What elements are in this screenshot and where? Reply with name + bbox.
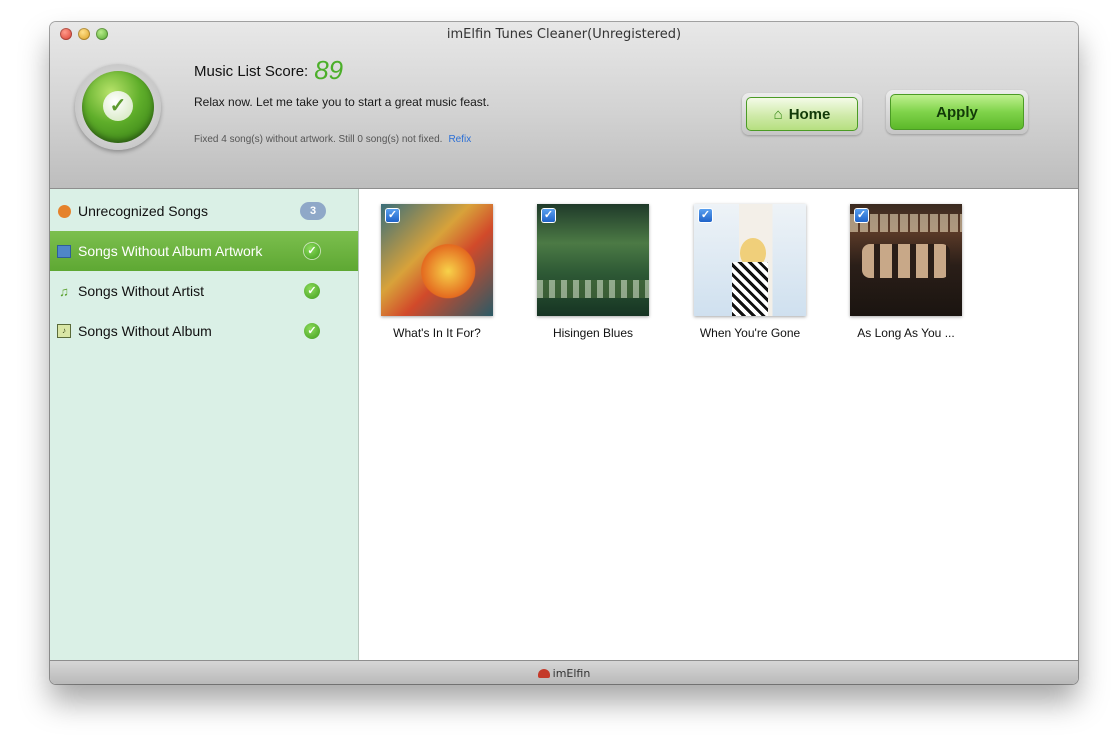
album-checkbox[interactable]: ✓ (386, 209, 399, 222)
apply-button-label: Apply (936, 103, 978, 121)
score-value: 89 (314, 55, 344, 85)
count-badge: 3 (300, 202, 326, 220)
album-artwork[interactable]: ✓ (537, 204, 649, 316)
album-item[interactable]: ✓ When You're Gone (694, 204, 824, 340)
album-title: When You're Gone (699, 326, 801, 340)
brand-logo: imElfin (537, 661, 591, 684)
artwork-icon (57, 244, 71, 258)
album-artwork[interactable]: ✓ (850, 204, 962, 316)
sidebar-item-label: Songs Without Album Artwork (78, 243, 263, 259)
score-label: Music List Score: (194, 63, 309, 80)
unrecognized-icon (57, 204, 71, 218)
album-artwork[interactable]: ✓ (694, 204, 806, 316)
apply-button-frame: Apply (886, 90, 1028, 134)
app-window: imElfin Tunes Cleaner(Unregistered) ✓ Mu… (50, 22, 1078, 684)
fix-status-text: Fixed 4 song(s) without artwork. Still 0… (194, 134, 471, 145)
mushroom-icon (537, 668, 550, 678)
score-badge-icon: ✓ (75, 64, 161, 150)
home-icon: ⌂ (773, 105, 783, 123)
check-circle-icon: ✓ (304, 283, 320, 299)
home-button[interactable]: ⌂ Home (746, 97, 858, 131)
album-checkbox[interactable]: ✓ (542, 209, 555, 222)
window-title: imElfin Tunes Cleaner(Unregistered) (446, 27, 682, 42)
album-title: What's In It For? (393, 326, 481, 340)
album-grid: ✓ What's In It For? ✓ Hisingen Blues ✓ W… (359, 189, 1078, 660)
brand-name: imElfin (552, 666, 591, 680)
check-circle-icon: ✓ (304, 243, 320, 259)
tagline-text: Relax now. Let me take you to start a gr… (194, 95, 490, 109)
check-circle-icon: ✓ (304, 323, 320, 339)
home-button-label: Home (788, 105, 831, 123)
apply-button[interactable]: Apply (890, 94, 1024, 130)
score-row: Music List Score: 89 (194, 55, 343, 86)
sidebar-item-songs-without-album-artwork[interactable]: Songs Without Album Artwork ✓ (50, 231, 358, 271)
album-title: Hisingen Blues (552, 326, 634, 340)
album-item[interactable]: ✓ Hisingen Blues (537, 204, 667, 340)
album-item[interactable]: ✓ What's In It For? (381, 204, 511, 340)
status-bar: imElfin (50, 660, 1078, 684)
sidebar: Unrecognized Songs 3 Songs Without Album… (50, 189, 359, 660)
sidebar-item-label: Songs Without Artist (78, 283, 205, 299)
album-icon: ♪ (57, 324, 71, 338)
album-artwork[interactable]: ✓ (381, 204, 493, 316)
checkmark-icon: ✓ (103, 91, 133, 121)
sidebar-item-songs-without-album[interactable]: ♪ Songs Without Album ✓ (50, 311, 358, 351)
artist-icon: ♫ (59, 283, 69, 299)
album-item[interactable]: ✓ As Long As You ... (850, 204, 980, 340)
header-panel: imElfin Tunes Cleaner(Unregistered) ✓ Mu… (50, 22, 1078, 189)
album-title: As Long As You ... (857, 326, 955, 340)
fix-info: Fixed 4 song(s) without artwork. Still 0… (194, 134, 443, 145)
sidebar-item-songs-without-artist[interactable]: ♫ Songs Without Artist ✓ (50, 271, 358, 311)
sidebar-item-unrecognized-songs[interactable]: Unrecognized Songs 3 (50, 191, 358, 231)
album-checkbox[interactable]: ✓ (699, 209, 712, 222)
refix-link[interactable]: Refix (448, 134, 471, 145)
sidebar-item-label: Songs Without Album (78, 323, 212, 339)
album-checkbox[interactable]: ✓ (855, 209, 868, 222)
sidebar-item-label: Unrecognized Songs (78, 203, 208, 219)
home-button-frame: ⌂ Home (742, 93, 862, 135)
